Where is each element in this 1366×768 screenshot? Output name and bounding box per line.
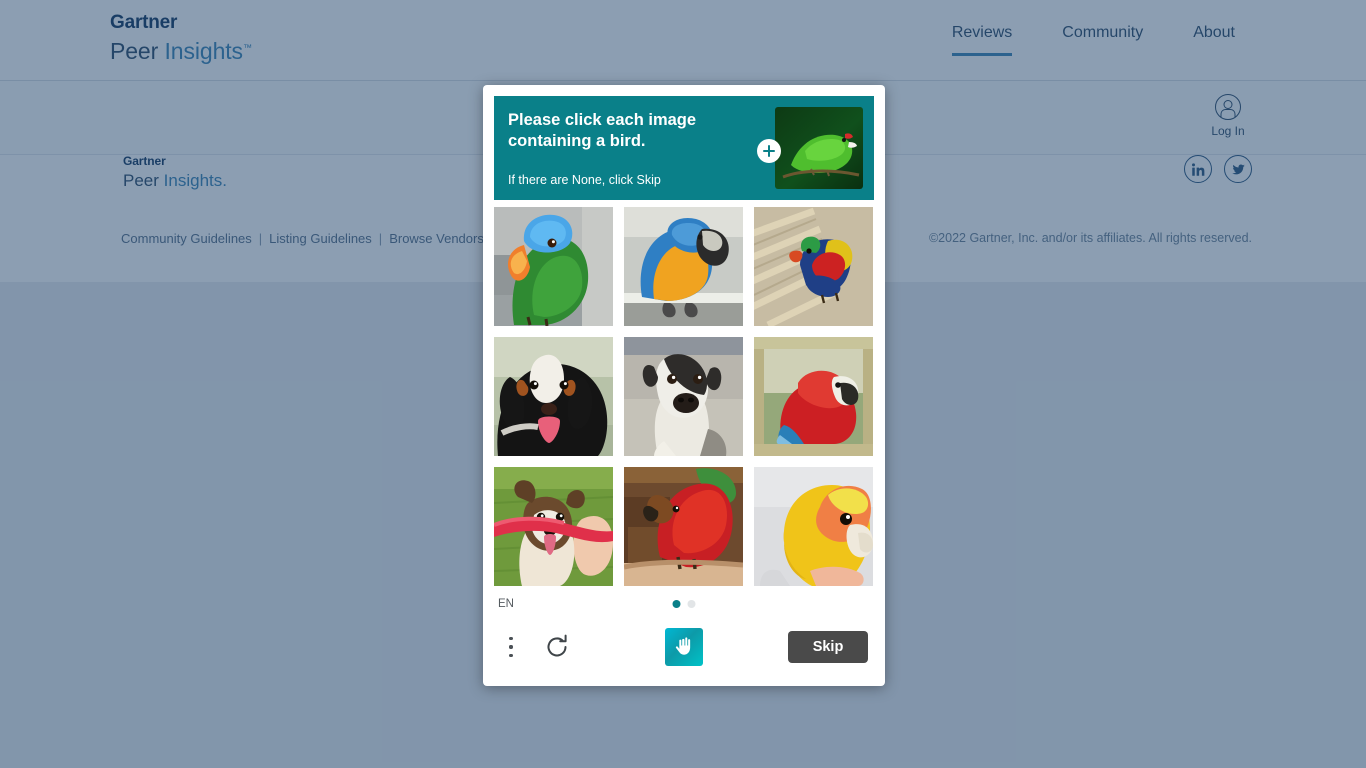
captcha-tile-4[interactable] bbox=[494, 337, 613, 456]
captcha-pagination-dots bbox=[672, 600, 696, 608]
captcha-tile-7[interactable] bbox=[494, 467, 613, 586]
captcha-tile-6[interactable] bbox=[754, 337, 873, 456]
captcha-example-image bbox=[775, 107, 863, 189]
kebab-dot-1 bbox=[509, 637, 513, 641]
captcha-action-bar: Skip bbox=[494, 622, 874, 672]
captcha-tile-3[interactable] bbox=[754, 207, 873, 326]
captcha-dialog: Please click each image containing a bir… bbox=[483, 85, 885, 686]
kebab-dot-3 bbox=[509, 653, 513, 657]
captcha-tile-5[interactable] bbox=[624, 337, 743, 456]
hcaptcha-hand-icon[interactable] bbox=[665, 628, 703, 666]
captcha-tile-8[interactable] bbox=[624, 467, 743, 586]
plus-icon bbox=[757, 139, 781, 163]
skip-button[interactable]: Skip bbox=[788, 631, 868, 663]
kebab-menu-icon[interactable] bbox=[500, 634, 522, 660]
refresh-icon[interactable] bbox=[543, 633, 571, 661]
pagination-dot-1[interactable] bbox=[672, 600, 681, 608]
captcha-prompt-banner: Please click each image containing a bir… bbox=[494, 96, 874, 200]
captcha-language-selector[interactable]: EN bbox=[498, 598, 514, 610]
kebab-dot-2 bbox=[509, 645, 513, 649]
captcha-prompt-title: Please click each image containing a bir… bbox=[508, 111, 697, 151]
captcha-tile-2[interactable] bbox=[624, 207, 743, 326]
captcha-lang-row: EN bbox=[494, 595, 874, 622]
captcha-prompt-subtitle: If there are None, click Skip bbox=[508, 173, 661, 187]
captcha-tile-9[interactable] bbox=[754, 467, 873, 586]
pagination-dot-2[interactable] bbox=[687, 600, 696, 608]
captcha-tile-1[interactable] bbox=[494, 207, 613, 326]
captcha-image-grid bbox=[494, 207, 874, 586]
